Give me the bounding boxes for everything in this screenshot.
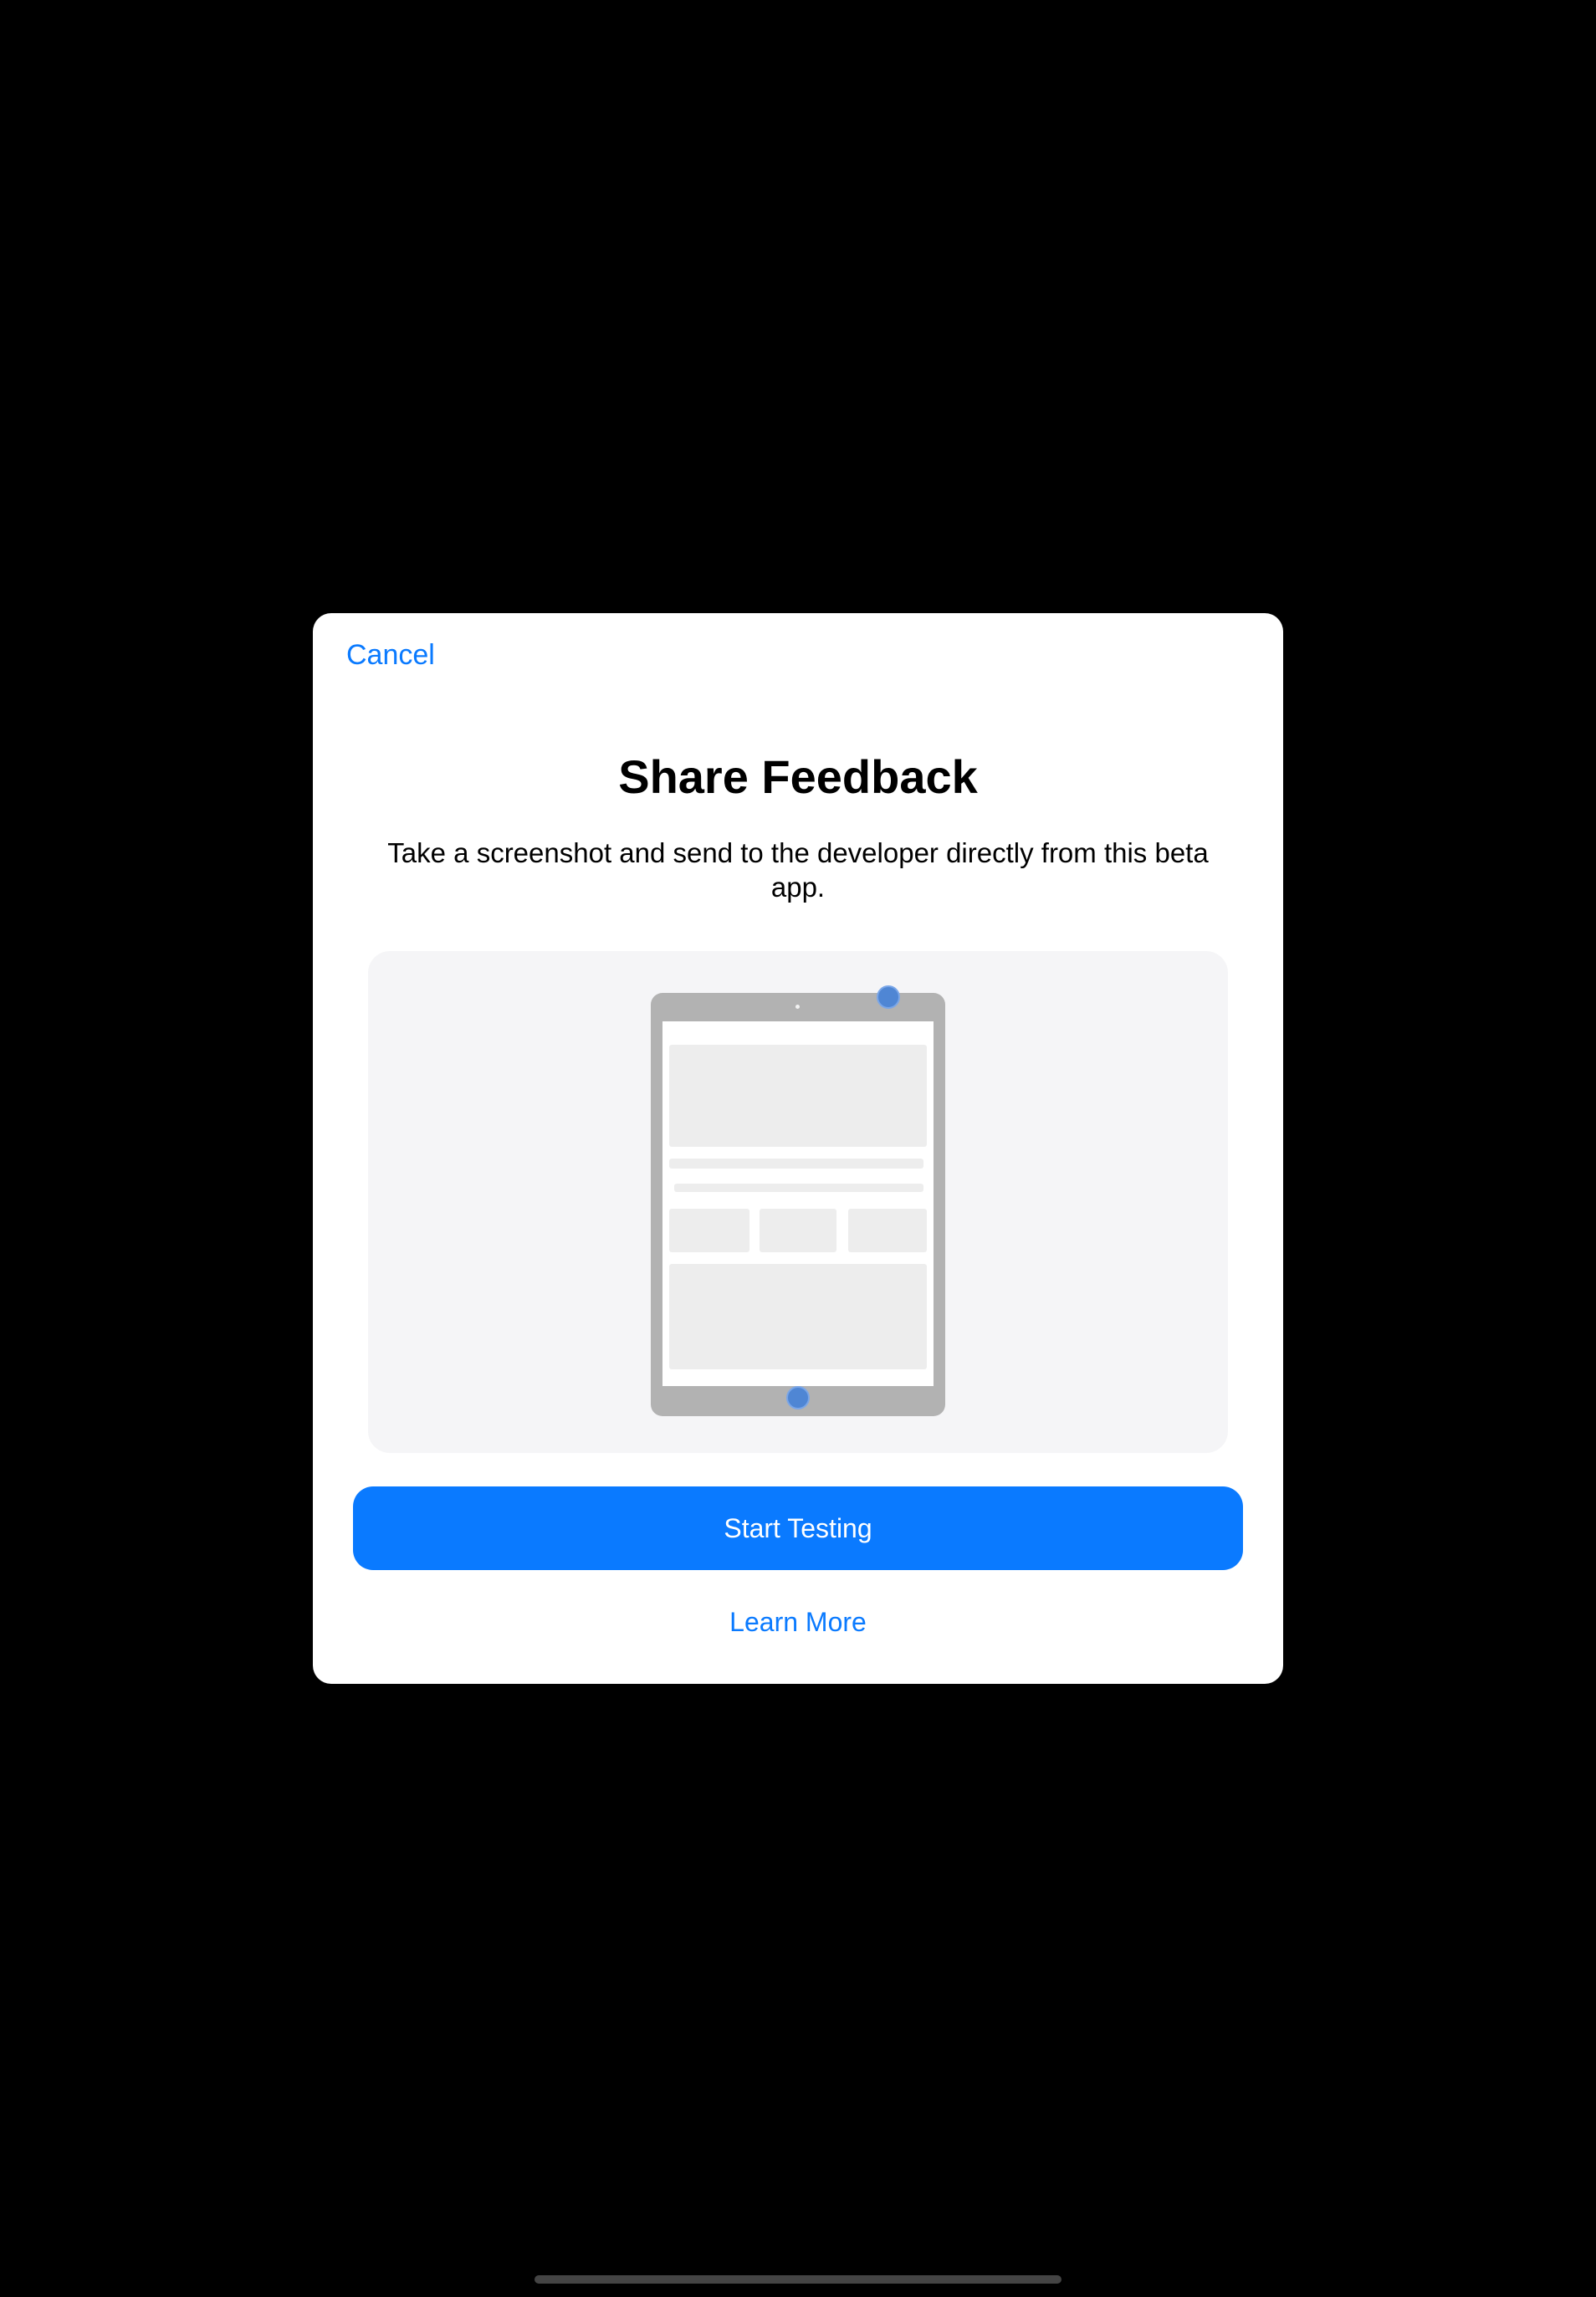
- camera-dot: [795, 1005, 800, 1009]
- home-button-indicator-icon: [786, 1386, 810, 1409]
- home-indicator[interactable]: [535, 2275, 1061, 2284]
- screen: Cancel Share Feedback Take a screenshot …: [0, 0, 1596, 2297]
- sheet-subtitle: Take a screenshot and send to the develo…: [387, 837, 1209, 903]
- cancel-button[interactable]: Cancel: [346, 638, 435, 673]
- placeholder-tile: [848, 1209, 927, 1252]
- sheet-title: Share Feedback: [618, 750, 978, 803]
- placeholder-tile: [669, 1209, 749, 1252]
- start-testing-button[interactable]: Start Testing: [353, 1486, 1243, 1570]
- top-button-indicator-icon: [877, 985, 900, 1009]
- placeholder-block: [669, 1045, 927, 1147]
- placeholder-block: [669, 1264, 927, 1369]
- ipad-screenshot-gesture-icon: [651, 993, 945, 1416]
- learn-more-link[interactable]: Learn More: [313, 1607, 1283, 1638]
- tablet-screen: [662, 1021, 934, 1386]
- share-feedback-sheet: Cancel Share Feedback Take a screenshot …: [313, 613, 1283, 1684]
- placeholder-line: [669, 1159, 923, 1169]
- placeholder-tile: [760, 1209, 836, 1252]
- placeholder-line: [674, 1184, 923, 1192]
- screenshot-illustration: [368, 951, 1228, 1453]
